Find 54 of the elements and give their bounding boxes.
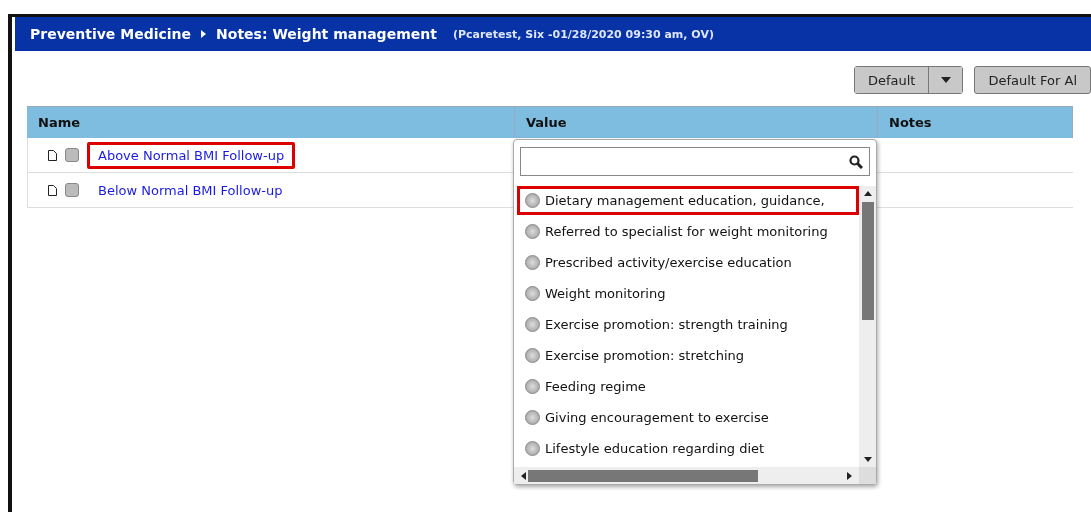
scrollbar-thumb[interactable]	[528, 469, 758, 482]
option-label: Lifestyle education regarding diet	[545, 441, 765, 456]
option-item[interactable]: Lifestyle education regarding diet	[517, 434, 859, 463]
scrollbar-corner	[859, 467, 876, 484]
radio-button[interactable]	[525, 224, 540, 239]
column-header: Notes	[878, 106, 1073, 138]
radio-button[interactable]	[525, 317, 540, 332]
default-for-all-button[interactable]: Default For Al	[974, 66, 1091, 94]
checkbox[interactable]	[65, 148, 79, 162]
option-item[interactable]: Dietary management education, guidance,	[517, 186, 859, 215]
option-label: Exercise promotion: stretching	[545, 348, 745, 363]
scroll-right-icon[interactable]	[845, 471, 853, 480]
note-link[interactable]: Above Normal BMI Follow-up	[87, 141, 296, 169]
dropdown-caret-button[interactable]	[928, 67, 963, 93]
option-item[interactable]: Weight monitoring	[517, 279, 859, 308]
radio-button[interactable]	[525, 441, 540, 456]
option-label: Weight monitoring	[545, 286, 666, 301]
option-item[interactable]: Giving encouragement to exercise	[517, 403, 859, 432]
option-label: Giving encouragement to exercise	[545, 410, 769, 425]
option-label: Feeding regime	[545, 379, 646, 394]
option-item[interactable]: Feeding regime	[517, 372, 859, 401]
document-icon	[48, 184, 57, 196]
option-label: Exercise promotion: strength training	[545, 317, 788, 332]
search-field[interactable]	[520, 147, 870, 176]
horizontal-scrollbar[interactable]	[514, 467, 859, 484]
breadcrumb-item[interactable]: Preventive Medicine	[30, 26, 192, 42]
radio-button[interactable]	[525, 193, 540, 208]
chevron-icon	[201, 30, 207, 38]
caret-icon	[940, 77, 951, 83]
vertical-scrollbar[interactable]	[859, 186, 876, 467]
option-label: Prescribed activity/exercise education	[545, 255, 792, 270]
option-label: Dietary management education, guidance,	[545, 193, 825, 208]
radio-button[interactable]	[525, 410, 540, 425]
split-button[interactable]: Default	[853, 66, 964, 94]
checkbox[interactable]	[65, 183, 79, 197]
radio-button[interactable]	[525, 286, 540, 301]
search-icon	[849, 154, 863, 169]
column-header: Value	[515, 106, 878, 138]
option-item[interactable]: Prescribed activity/exercise education	[517, 248, 859, 277]
radio-button[interactable]	[525, 379, 540, 394]
option-item[interactable]: Exercise promotion: strength training	[517, 310, 859, 339]
patient-context: (Pcaretest, Six -01/28/2020 09:30 am, OV)	[452, 27, 714, 41]
option-item[interactable]: Referred to specialist for weight monitoring	[517, 217, 859, 246]
scrollbar-thumb[interactable]	[861, 202, 874, 320]
radio-button[interactable]	[525, 348, 540, 363]
document-icon	[48, 149, 57, 161]
option-item[interactable]: Exercise promotion: stretching	[517, 341, 859, 370]
breadcrumb-item[interactable]: Notes: Weight management	[216, 26, 437, 42]
column-header: Name	[27, 106, 515, 138]
note-link[interactable]: Below Normal BMI Follow-up	[87, 176, 294, 204]
radio-button[interactable]	[525, 255, 540, 270]
scroll-up-icon[interactable]	[863, 190, 872, 198]
option-label: Referred to specialist for weight monitoring	[545, 224, 828, 239]
scroll-down-icon[interactable]	[863, 455, 872, 463]
